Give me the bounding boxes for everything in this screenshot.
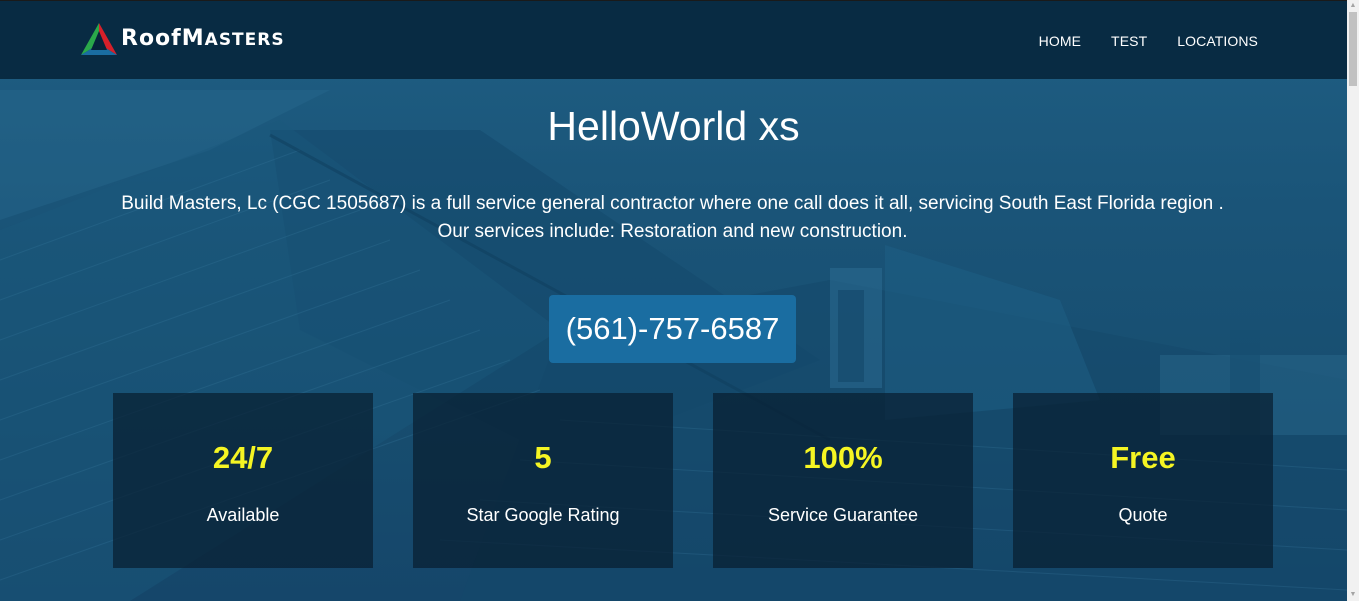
arrow-down-icon[interactable]: ▼ <box>1347 589 1359 601</box>
stat-card-rating: 5 Star Google Rating <box>413 393 673 568</box>
brand-name-second-rest: ASTERS <box>204 29 285 50</box>
stat-label: Star Google Rating <box>466 505 620 525</box>
hero-title: HelloWorld xs <box>547 103 800 149</box>
stat-value: Free <box>1110 440 1176 475</box>
nav-locations-link[interactable]: LOCATIONS <box>1177 33 1258 49</box>
brand-name-first: Roof <box>121 25 182 51</box>
hero-description-line-1: Build Masters, Lc (CGC 1505687) is a ful… <box>121 193 1224 214</box>
stat-card-guarantee: 100% Service Guarantee <box>713 393 973 568</box>
nav-home-link[interactable]: HOME <box>1039 33 1081 49</box>
page-scrollbar[interactable]: ▲ ▼ <box>1347 0 1359 601</box>
arrow-up-icon[interactable]: ▲ <box>1347 0 1359 12</box>
nav-test-link[interactable]: TEST <box>1111 33 1147 49</box>
brand-name: RoofMASTERS <box>121 21 285 58</box>
brand-name-second-cap: M <box>181 25 205 51</box>
brand-logo[interactable]: RoofMASTERS <box>80 21 285 57</box>
stat-value: 24/7 <box>212 440 274 475</box>
hero-description: Build Masters, Lc (CGC 1505687) is a ful… <box>80 190 1265 246</box>
stat-value: 5 <box>534 440 552 475</box>
stat-label: Quote <box>1118 505 1168 525</box>
site-header: RoofMASTERS HOME TEST LOCATIONS <box>0 0 1347 79</box>
stat-label: Service Guarantee <box>767 505 919 525</box>
page: RoofMASTERS HOME TEST LOCATIONS HelloWor… <box>0 0 1347 601</box>
main-nav: HOME TEST LOCATIONS <box>1039 1 1258 80</box>
hero-description-line-2: Our services include: Restoration and ne… <box>437 221 908 242</box>
stat-value: 100% <box>803 440 883 475</box>
stat-label: Available <box>206 505 280 525</box>
triangle-logo-icon <box>81 23 117 55</box>
stat-card-availability: 24/7 Available <box>113 393 373 568</box>
scrollbar-thumb[interactable] <box>1349 12 1357 86</box>
stat-card-quote: Free Quote <box>1013 393 1273 568</box>
phone-call-button[interactable]: (561)-757-6587 <box>549 295 796 363</box>
